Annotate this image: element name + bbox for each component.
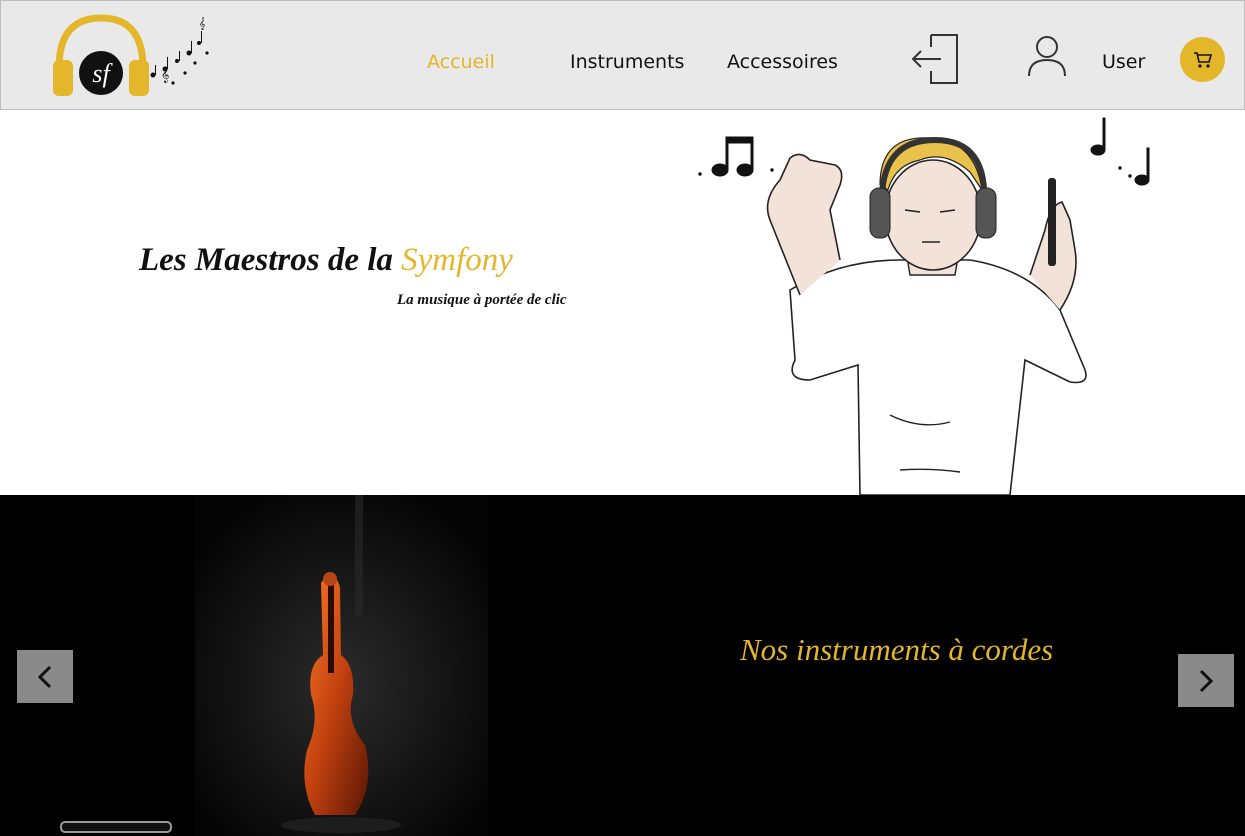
slide-title: Nos instruments à cordes [740,632,1054,667]
site-header: sf 𝄞 𝄞 Accueil Instruments Accessoires U… [0,0,1245,110]
instruments-carousel: Nos instruments à cordes [0,495,1245,836]
cart-icon [1193,51,1212,68]
double-bass-photo [195,495,488,836]
man-listening-headphones-illustration [698,117,1150,495]
chevron-right-icon [1199,669,1214,692]
headphones-music-icon: sf 𝄞 𝄞 [53,14,209,96]
carousel-next-button[interactable] [1178,654,1234,707]
nav-item-accessoires[interactable]: Accessoires [727,51,838,73]
svg-text:𝄞: 𝄞 [161,67,169,83]
user-icon[interactable] [1026,34,1068,78]
logout-door-icon[interactable] [909,33,963,85]
hero-title-main: Les Maestros de la [139,242,402,278]
hero-subtitle: La musique à portée de clic [397,292,567,308]
svg-text:𝄞: 𝄞 [199,17,206,30]
hero-title-accent: Symfony [401,242,513,278]
carousel-indicator[interactable] [60,821,172,833]
user-label[interactable]: User [1102,51,1145,73]
chevron-left-icon [37,665,52,688]
brand-logo[interactable]: sf 𝄞 𝄞 [49,13,214,101]
nav-item-accueil[interactable]: Accueil [427,51,495,73]
nav-item-instruments[interactable]: Instruments [570,51,684,73]
carousel-prev-button[interactable] [17,650,73,703]
cart-button[interactable] [1180,37,1225,82]
hero-title: Les Maestros de la Symfony [139,242,513,279]
hero-section: Les Maestros de la Symfony La musique à … [0,110,1245,495]
